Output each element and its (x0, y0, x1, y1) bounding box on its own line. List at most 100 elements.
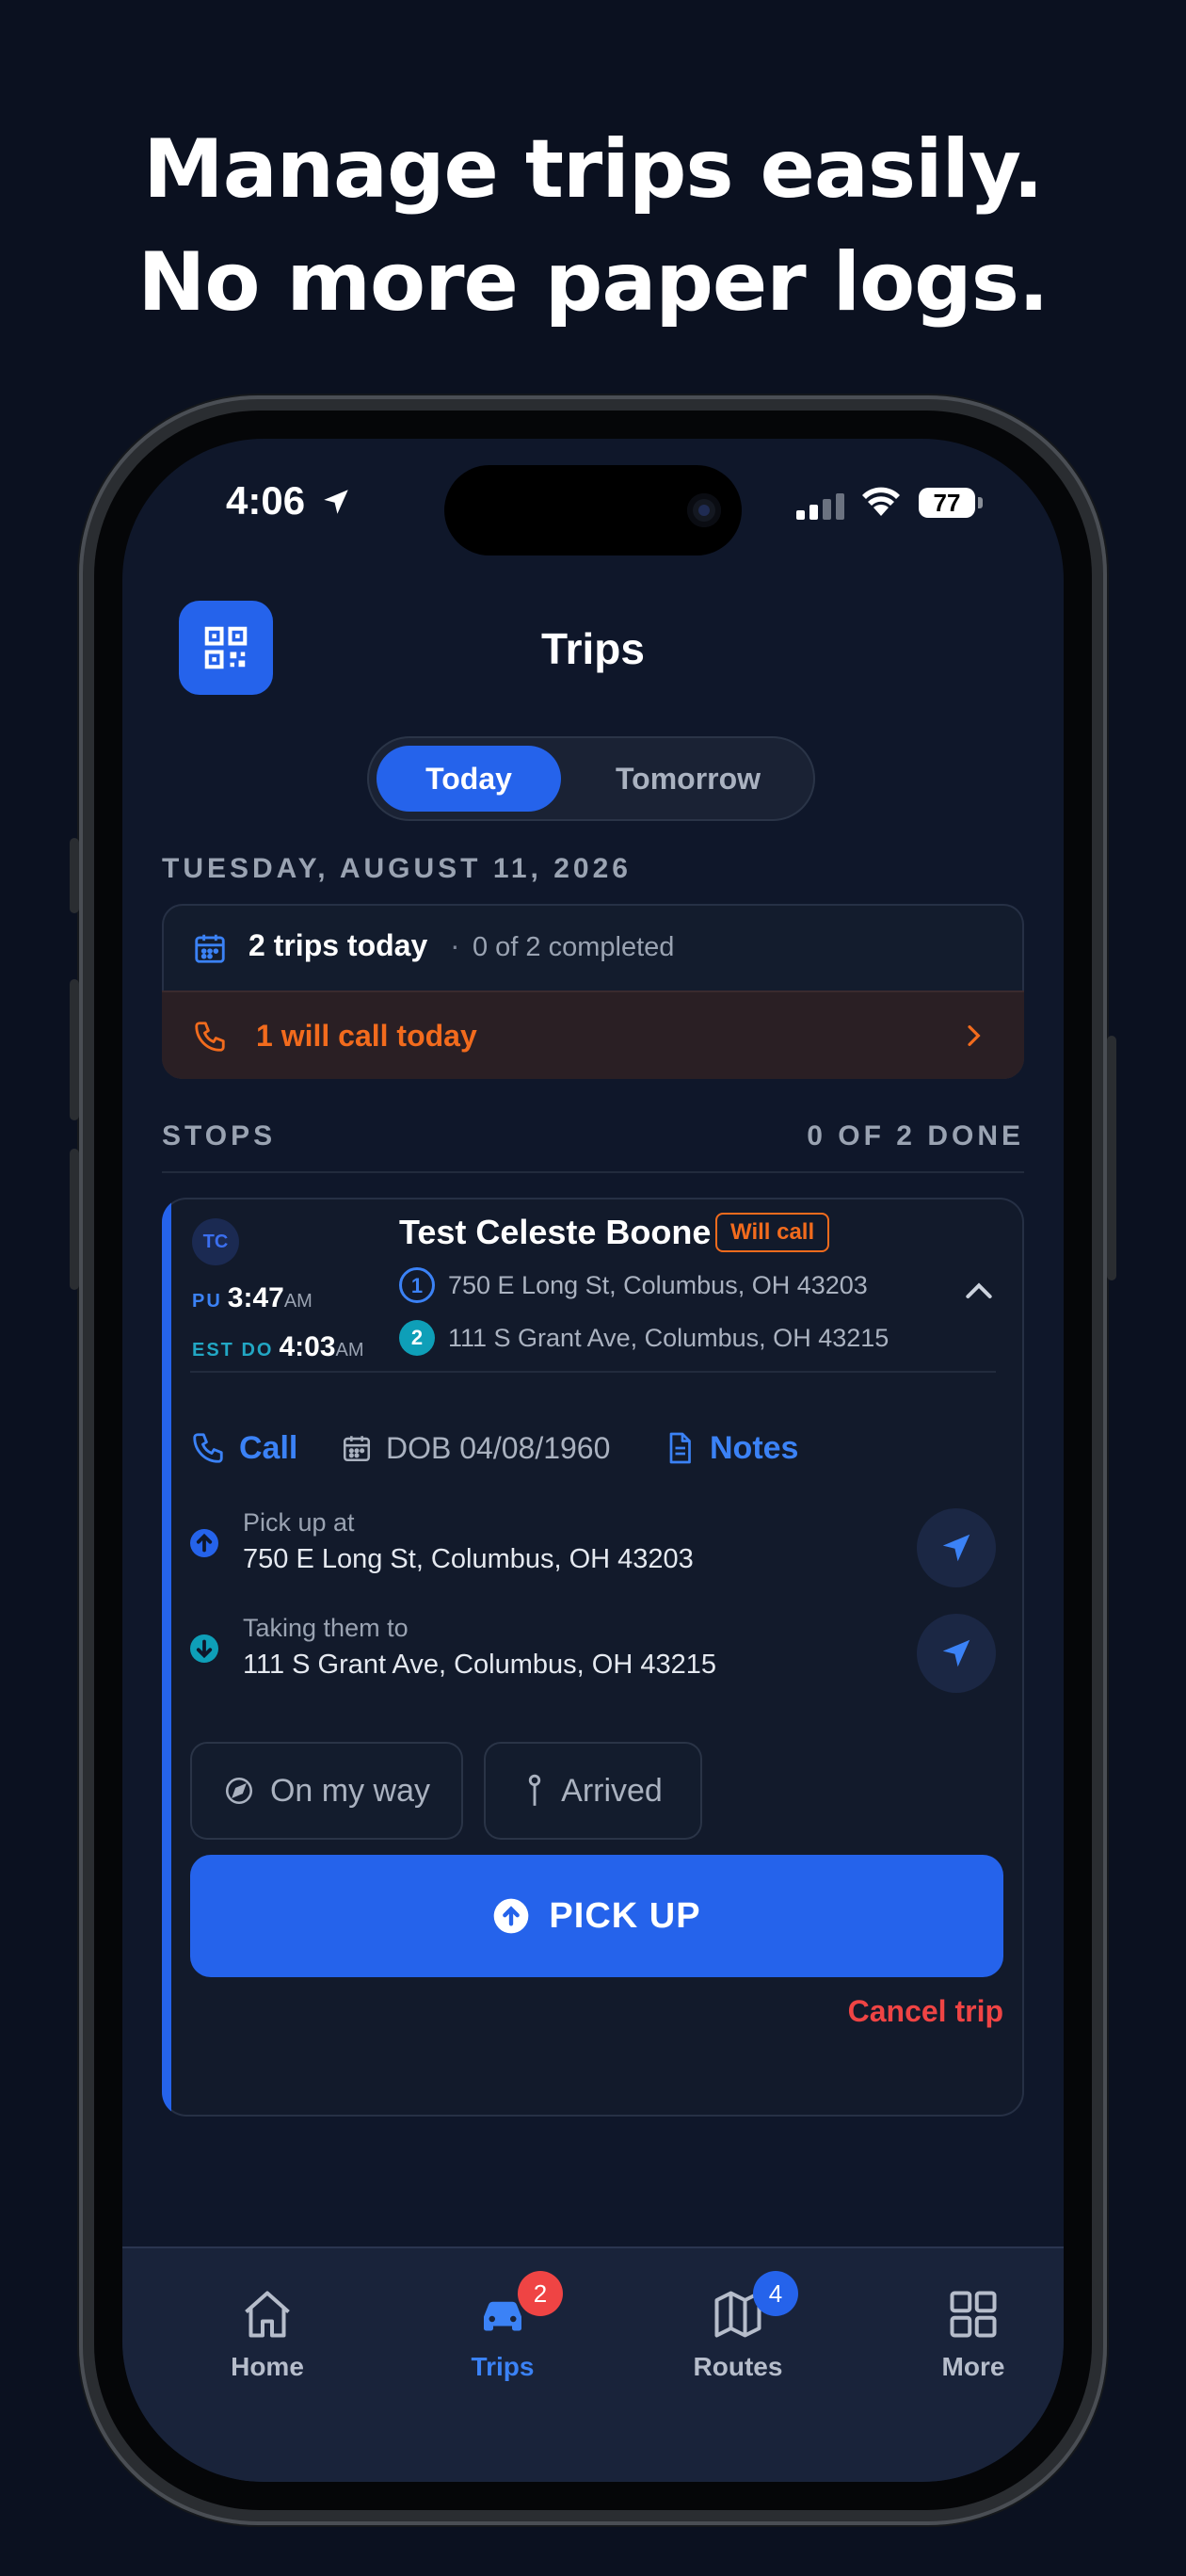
routes-badge: 4 (753, 2271, 798, 2316)
call-label: Call (239, 1429, 298, 1466)
status-time: 4:06 (226, 478, 352, 523)
tab-routes[interactable]: 4 Routes (644, 2271, 832, 2399)
dropoff-time: EST DO 4:03AM (192, 1331, 364, 1363)
summary-row: 2 trips today · 0 of 2 completed (162, 904, 1024, 990)
pickup-time: PU 3:47AM (192, 1282, 313, 1314)
dob-info: DOB 04/08/1960 (341, 1422, 610, 1474)
stops-progress: 0 OF 2 DONE (807, 1120, 1024, 1151)
notes-label: Notes (710, 1429, 799, 1466)
location-arrow-icon (323, 490, 348, 514)
dropoff-time-value: 4:03 (279, 1331, 336, 1362)
stop-2-number: 2 (399, 1320, 435, 1356)
summary-card: 2 trips today · 0 of 2 completed 1 will … (162, 904, 1024, 1079)
phone-icon (195, 1022, 225, 1052)
trip-card-accent (162, 1198, 171, 2117)
tab-trips-label: Trips (471, 2352, 535, 2381)
trips-badge: 2 (518, 2271, 563, 2316)
rider-name: Test Celeste Boone (399, 1213, 712, 1251)
trip-card[interactable]: TC PU 3:47AM EST DO 4:03AM Test Celeste Bo… (162, 1198, 1024, 2117)
status-time-text: 4:06 (226, 478, 306, 523)
status-bar: 4:06 77 (122, 439, 1064, 580)
dob-label: DOB 04/08/1960 (386, 1430, 611, 1465)
arrow-up-circle-icon (494, 1898, 529, 1934)
compass-icon (225, 1777, 252, 1805)
headline-line-1: Manage trips easily. (143, 122, 1044, 217)
grid-icon (950, 2291, 997, 2338)
volume-down-button (70, 1149, 79, 1290)
battery-indicator: 77 (919, 488, 983, 518)
completed-count: 0 of 2 completed (473, 932, 675, 962)
tab-tomorrow[interactable]: Tomorrow (570, 746, 806, 812)
chevron-up-icon[interactable] (960, 1273, 998, 1311)
pickup-time-ampm: AM (283, 1291, 313, 1312)
page-title: Trips (541, 624, 645, 673)
arrived-button[interactable]: Arrived (484, 1742, 702, 1840)
tab-home[interactable]: Home (173, 2286, 361, 2399)
pickup-address: 750 E Long St, Columbus, OH 43203 (243, 1544, 694, 1574)
dropoff-time-label: EST DO (192, 1340, 274, 1360)
tab-today[interactable]: Today (377, 746, 561, 812)
navigate-dropoff-button[interactable] (917, 1614, 996, 1693)
volume-up-button (70, 979, 79, 1120)
will-call-badge: Will call (715, 1213, 830, 1252)
stop-1-number: 1 (399, 1267, 435, 1303)
on-my-way-label: On my way (269, 1772, 431, 1809)
avatar: TC (192, 1218, 239, 1265)
pickup-location: Pick up at 750 E Long St, Columbus, OH 4… (190, 1508, 996, 1593)
camera-icon (687, 493, 721, 527)
pickup-caption: Pick up at (243, 1508, 355, 1537)
dynamic-island (444, 465, 742, 555)
will-call-banner[interactable]: 1 will call today (162, 990, 1024, 1079)
headline: Manage trips easily. No more paper logs. (0, 113, 1186, 339)
wifi-icon (862, 487, 900, 516)
arrow-down-icon (190, 1634, 218, 1663)
tab-more-label: More (941, 2352, 1005, 2381)
pickup-time-label: PU (192, 1291, 222, 1312)
phone-screen: 4:06 77 Trips Today Tomorrow TUESDAY, AU… (122, 439, 1064, 2482)
stops-header: STOPS 0 OF 2 DONE (162, 1120, 1024, 1158)
calendar-icon (343, 1436, 371, 1462)
stop-1-address: 750 E Long St, Columbus, OH 43203 (448, 1270, 868, 1299)
home-icon (245, 2291, 290, 2338)
tab-trips[interactable]: 2 Trips (409, 2271, 597, 2399)
arrow-up-icon (190, 1529, 218, 1557)
arrived-label: Arrived (561, 1772, 663, 1809)
notes-button[interactable]: Notes (663, 1422, 798, 1474)
will-call-text: 1 will call today (256, 1019, 477, 1053)
tab-bar: Home 2 Trips 4 Routes More (122, 2246, 1064, 2482)
phone-icon (193, 1433, 223, 1463)
tab-home-label: Home (231, 2352, 304, 2381)
divider (190, 1371, 996, 1373)
stops-label: STOPS (162, 1120, 277, 1151)
day-toggle: Today Tomorrow (367, 736, 815, 821)
separator-dot: · (450, 928, 460, 962)
cellular-signal-icon (796, 493, 847, 520)
dropoff-address: 111 S Grant Ave, Columbus, OH 43215 (243, 1650, 716, 1680)
side-button (1107, 1036, 1116, 1280)
calendar-icon (195, 934, 225, 963)
tab-routes-label: Routes (693, 2352, 783, 2381)
divider (162, 1171, 1024, 1173)
dropoff-location: Taking them to 111 S Grant Ave, Columbus… (190, 1614, 996, 1699)
on-my-way-button[interactable]: On my way (190, 1742, 463, 1840)
tab-more[interactable]: More (879, 2286, 1064, 2399)
headline-line-2: No more paper logs. (137, 235, 1049, 330)
dropoff-time-ampm: AM (335, 1340, 364, 1360)
dropoff-caption: Taking them to (243, 1614, 409, 1642)
pick-up-label: PICK UP (549, 1895, 701, 1936)
chevron-right-icon (968, 1025, 981, 1046)
trips-count: 2 trips today (248, 928, 428, 962)
navigate-pickup-button[interactable] (917, 1508, 996, 1587)
date-label: TUESDAY, AUGUST 11, 2026 (162, 853, 632, 884)
document-icon (669, 1432, 691, 1464)
navigation-arrow-icon (942, 1639, 970, 1667)
stop-1: 1 750 E Long St, Columbus, OH 43203 (399, 1267, 868, 1303)
pickup-time-value: 3:47 (227, 1282, 284, 1313)
stop-2-address: 111 S Grant Ave, Columbus, OH 43215 (448, 1323, 890, 1352)
cancel-trip-link[interactable]: Cancel trip (848, 1994, 1003, 2029)
navigation-arrow-icon (942, 1534, 970, 1562)
call-button[interactable]: Call (190, 1422, 297, 1474)
pick-up-button[interactable]: PICK UP (190, 1855, 1003, 1977)
stop-2: 2 111 S Grant Ave, Columbus, OH 43215 (399, 1320, 889, 1356)
silent-switch (70, 838, 79, 913)
